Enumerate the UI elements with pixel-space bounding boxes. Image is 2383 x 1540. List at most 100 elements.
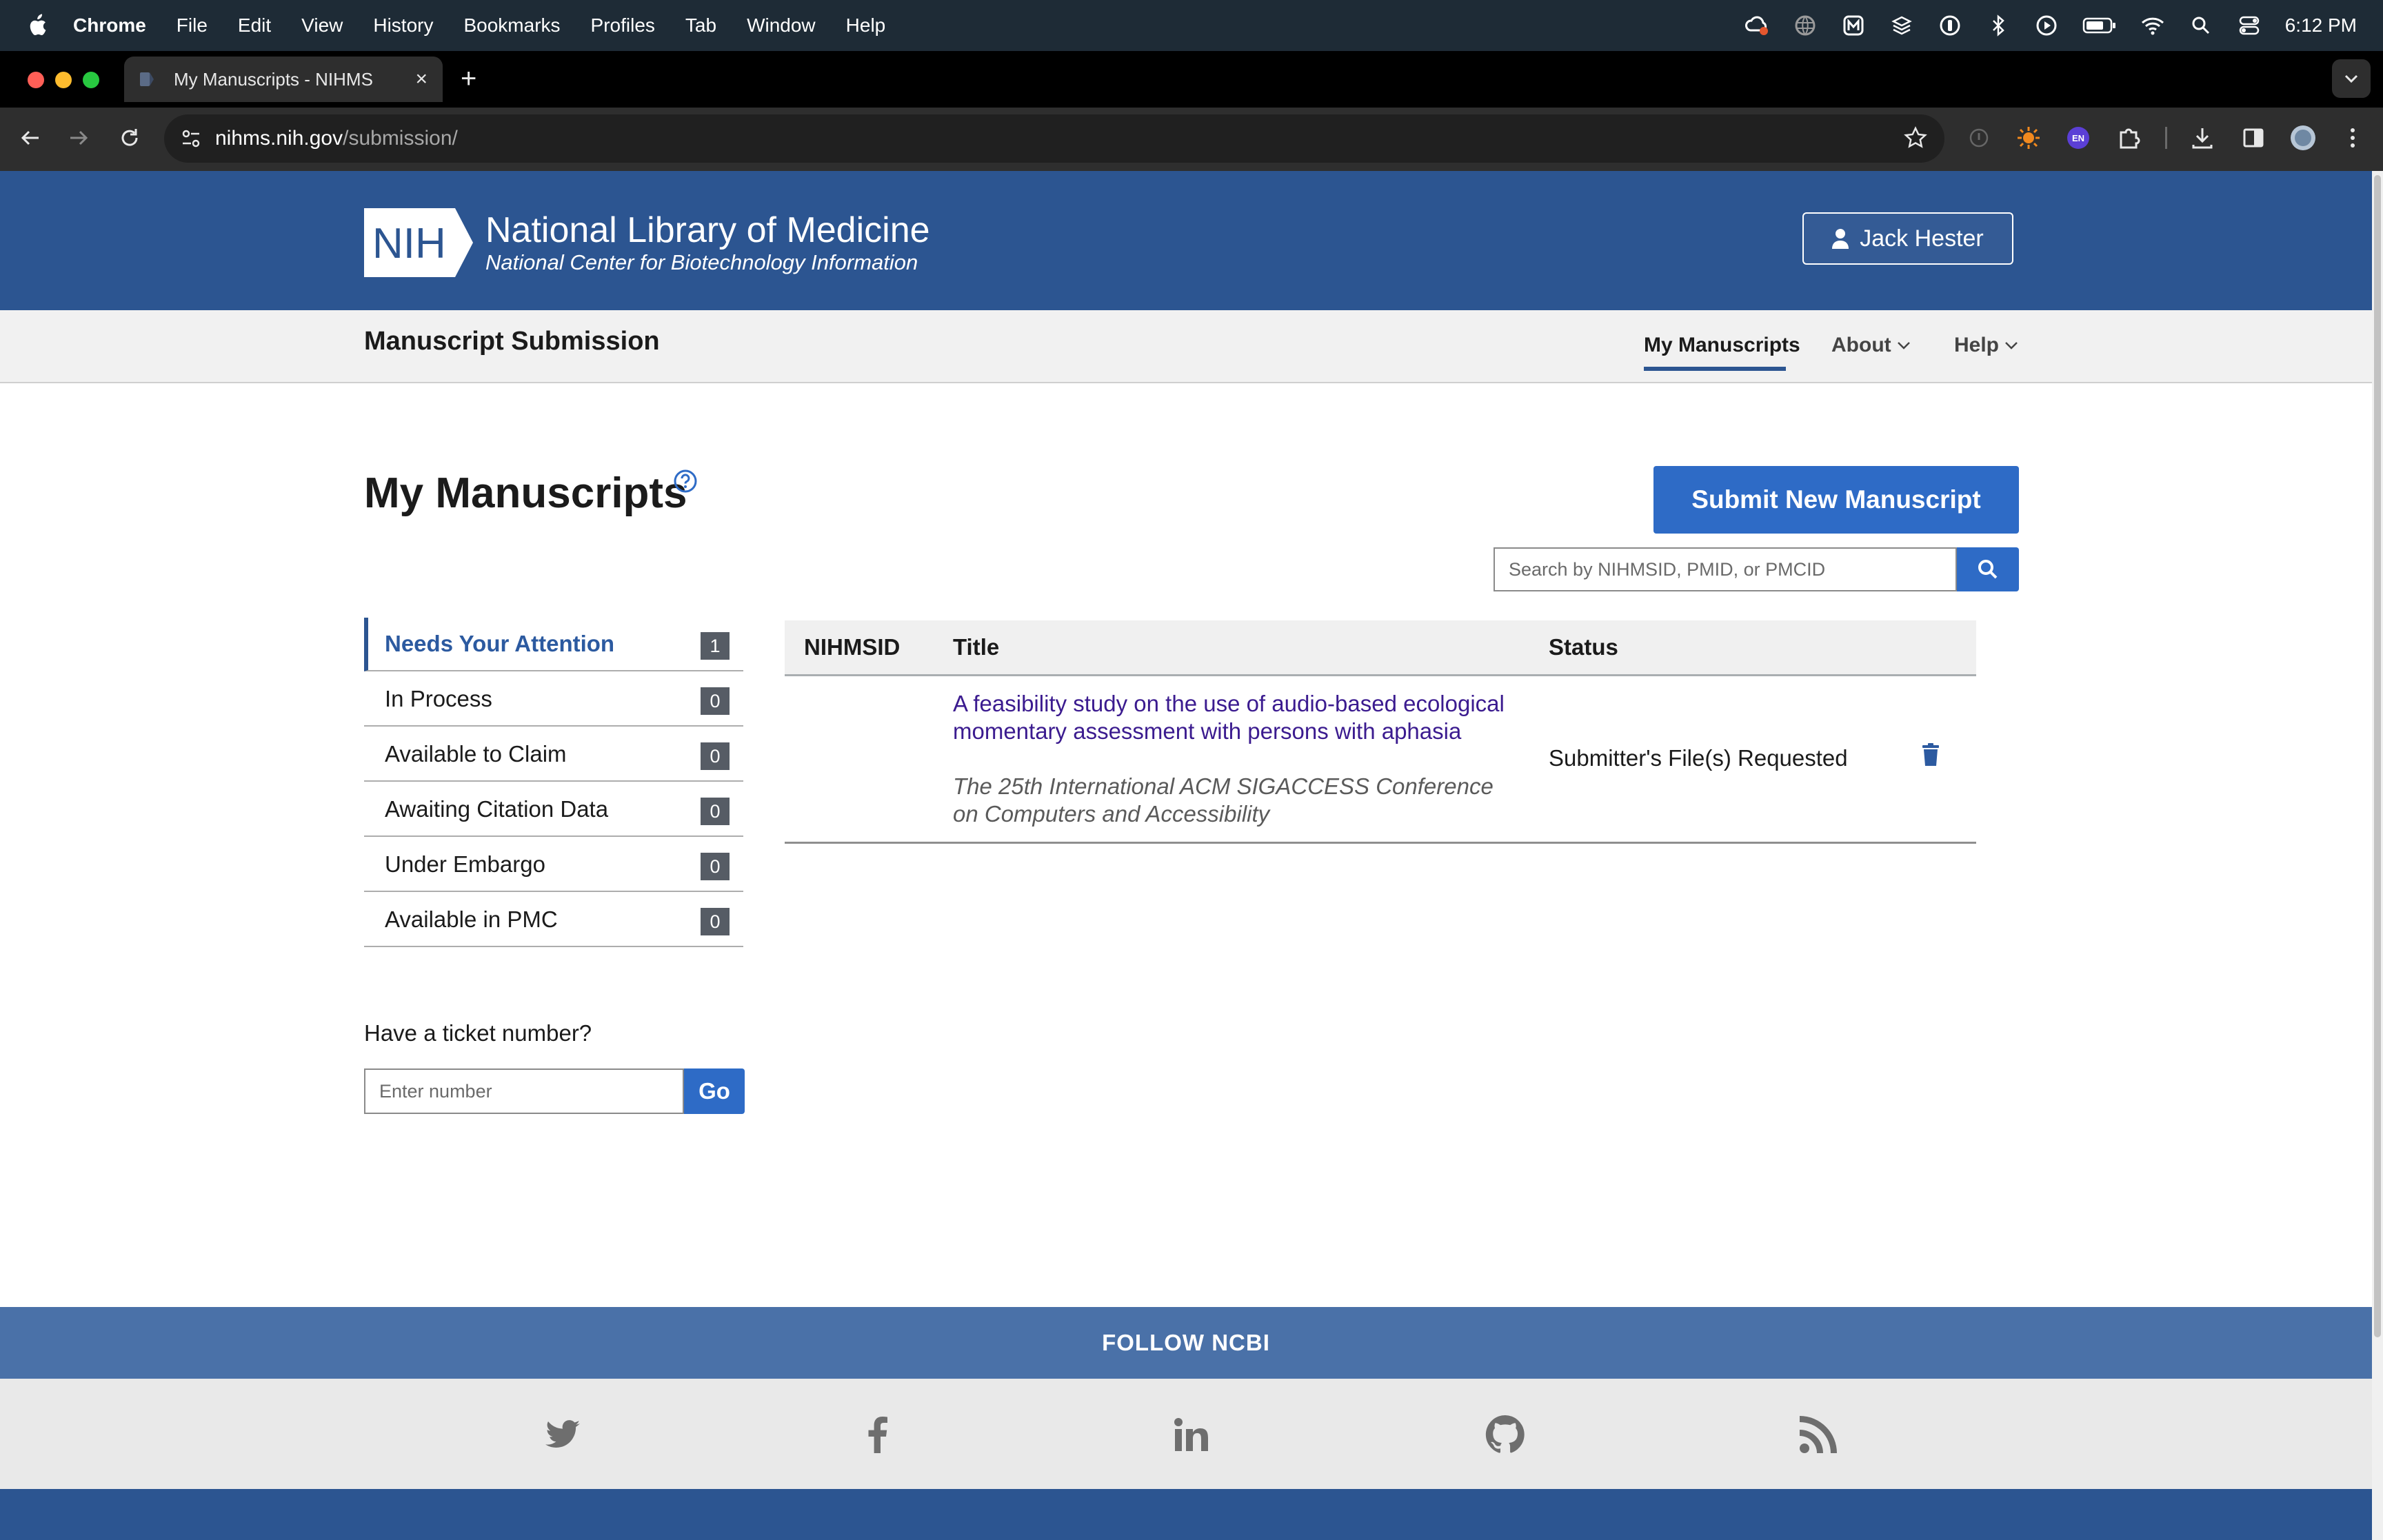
count-badge: 0 xyxy=(701,687,730,715)
user-icon xyxy=(1832,229,1849,249)
count-badge: 0 xyxy=(701,908,730,935)
nav-my-manuscripts[interactable]: My Manuscripts xyxy=(1644,334,1800,357)
facebook-icon[interactable] xyxy=(858,1415,898,1455)
twitter-icon[interactable] xyxy=(543,1415,583,1455)
github-icon[interactable] xyxy=(1485,1415,1525,1455)
menu-file[interactable]: File xyxy=(177,14,208,37)
menubar-clock[interactable]: 6:12 PM xyxy=(2285,14,2357,37)
manuscript-status: Submitter's File(s) Requested xyxy=(1549,745,1848,771)
address-bar[interactable]: nihms.nih.gov/submission/ xyxy=(164,114,1944,163)
control-center-icon[interactable] xyxy=(2237,13,2262,38)
spotlight-search-icon[interactable] xyxy=(2189,13,2213,38)
arrow-right-icon xyxy=(70,130,88,145)
extensions-puzzle-icon[interactable] xyxy=(2114,123,2144,153)
menu-profiles[interactable]: Profiles xyxy=(591,14,655,37)
page-favicon-icon xyxy=(140,72,154,86)
svg-text:EN: EN xyxy=(2072,133,2084,143)
window-close-button[interactable] xyxy=(28,72,44,88)
menubar-status-area: 6:12 PM xyxy=(1744,0,2357,51)
menu-history[interactable]: History xyxy=(373,14,433,37)
layers-icon[interactable] xyxy=(1889,13,1914,38)
scrollbar-thumb[interactable] xyxy=(2374,175,2381,1337)
side-panel-icon[interactable] xyxy=(2238,123,2269,153)
linkedin-icon[interactable] xyxy=(1171,1415,1211,1455)
filter-under-embargo[interactable]: Under Embargo 0 xyxy=(364,838,743,892)
bookmark-star-icon[interactable] xyxy=(1903,125,1928,150)
globe-icon[interactable] xyxy=(1793,13,1818,38)
tab-close-icon[interactable]: × xyxy=(415,68,428,91)
manuscript-title-link[interactable]: A feasibility study on the use of audio-… xyxy=(953,690,1546,745)
site-settings-icon[interactable] xyxy=(179,127,203,150)
extension-translate-icon[interactable]: EN xyxy=(2063,123,2093,153)
filter-available-in-pmc[interactable]: Available in PMC 0 xyxy=(364,893,743,947)
menu-edit[interactable]: Edit xyxy=(238,14,271,37)
menu-view[interactable]: View xyxy=(301,14,343,37)
bluetooth-icon[interactable] xyxy=(1986,13,2011,38)
filter-awaiting-citation-data[interactable]: Awaiting Citation Data 0 xyxy=(364,783,743,837)
manuscript-search-input[interactable]: Search by NIHMSID, PMID, or PMCID xyxy=(1494,547,1957,591)
extension-sun-icon[interactable] xyxy=(2013,123,2044,153)
wifi-icon[interactable] xyxy=(2140,13,2165,38)
nlm-header: NIH National Library of Medicine Nationa… xyxy=(0,171,2372,310)
nav-about[interactable]: About xyxy=(1831,334,1912,357)
forward-button[interactable] xyxy=(63,123,94,153)
reload-icon xyxy=(121,129,138,146)
battery-icon[interactable] xyxy=(2082,13,2117,38)
user-name: Jack Hester xyxy=(1860,225,1984,252)
count-badge: 0 xyxy=(701,742,730,770)
site-subnav: Manuscript Submission My Manuscripts Abo… xyxy=(0,310,2372,383)
os-menubar: Chrome File Edit View History Bookmarks … xyxy=(0,0,2383,51)
app-m-icon[interactable] xyxy=(1841,13,1866,38)
menu-window[interactable]: Window xyxy=(747,14,816,37)
reload-button[interactable] xyxy=(114,123,145,153)
manuscript-status-filter: Needs Your Attention 1 In Process 0 Availa… xyxy=(364,618,743,949)
chevron-down-icon xyxy=(2005,342,2018,349)
chrome-menu-icon[interactable] xyxy=(2337,123,2368,153)
window-zoom-button[interactable] xyxy=(83,72,99,88)
filter-available-to-claim[interactable]: Available to Claim 0 xyxy=(364,728,743,782)
chevron-down-icon xyxy=(2344,74,2358,83)
count-badge: 0 xyxy=(701,798,730,825)
menu-tab[interactable]: Tab xyxy=(685,14,716,37)
window-minimize-button[interactable] xyxy=(55,72,72,88)
social-links xyxy=(0,1379,2372,1489)
site-name[interactable]: Manuscript Submission xyxy=(364,327,660,356)
count-badge: 1 xyxy=(701,632,730,660)
submit-new-manuscript-button[interactable]: Submit New Manuscript xyxy=(1653,466,2019,534)
svg-text:NIH: NIH xyxy=(372,220,446,267)
browser-tab-active[interactable]: My Manuscripts - NIHMS × xyxy=(124,57,443,102)
nlm-logo[interactable]: NIH National Library of Medicine Nationa… xyxy=(364,208,930,277)
url-host: nihms.nih.gov xyxy=(215,127,343,150)
user-account-button[interactable]: Jack Hester xyxy=(1802,212,2013,265)
help-question-icon[interactable] xyxy=(673,469,698,494)
delete-trash-icon[interactable] xyxy=(1921,742,1940,767)
nav-help[interactable]: Help xyxy=(1954,334,2020,357)
ticket-number-label: Have a ticket number? xyxy=(364,1020,592,1046)
profile-avatar-icon[interactable] xyxy=(2288,123,2318,153)
apple-icon[interactable] xyxy=(26,14,47,37)
menu-bookmarks[interactable]: Bookmarks xyxy=(463,14,560,37)
follow-ncbi-band: FOLLOW NCBI xyxy=(0,1307,2372,1379)
downloads-icon[interactable] xyxy=(2187,123,2218,153)
password-manager-icon[interactable] xyxy=(1938,13,1962,38)
web-page: NIH National Library of Medicine Nationa… xyxy=(0,171,2372,1540)
filter-in-process[interactable]: In Process 0 xyxy=(364,673,743,727)
page-scrollbar[interactable] xyxy=(2372,171,2383,1540)
page-title: My Manuscripts xyxy=(364,469,687,517)
tab-search-button[interactable] xyxy=(2332,59,2371,98)
menu-help[interactable]: Help xyxy=(846,14,886,37)
cloud-sync-icon[interactable] xyxy=(1744,13,1769,38)
ticket-go-button[interactable]: Go xyxy=(684,1068,745,1114)
new-tab-button[interactable]: + xyxy=(461,63,476,94)
extension-info-icon[interactable] xyxy=(1964,123,1994,153)
footer-band xyxy=(0,1489,2372,1540)
filter-needs-your-attention[interactable]: Needs Your Attention 1 xyxy=(364,618,743,671)
menu-app-name[interactable]: Chrome xyxy=(73,14,146,37)
ticket-number-input[interactable]: Enter number xyxy=(364,1068,684,1114)
search-button[interactable] xyxy=(1957,547,2019,591)
back-button[interactable] xyxy=(15,123,46,153)
count-badge: 0 xyxy=(701,853,730,880)
arrow-left-icon xyxy=(21,130,39,145)
play-icon[interactable] xyxy=(2034,13,2059,38)
rss-icon[interactable] xyxy=(1798,1415,1838,1455)
